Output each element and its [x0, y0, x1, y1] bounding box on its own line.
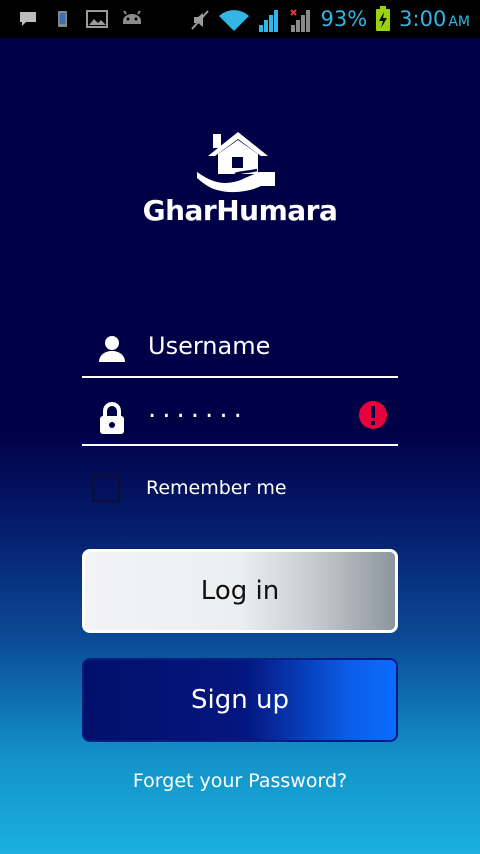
forgot-password-link[interactable]: Forget your Password? [82, 770, 398, 792]
battery-charging-icon [375, 6, 391, 32]
house-in-hand-icon [197, 132, 275, 193]
login-button[interactable]: Log in [82, 549, 398, 633]
status-bar: 93% 3:00 AM [0, 0, 480, 38]
username-placeholder: Username [148, 332, 271, 360]
app-logo: GharHumara [140, 128, 340, 238]
phone-icon [52, 9, 72, 29]
clock: 3:00 AM [399, 7, 470, 31]
android-icon [120, 9, 141, 29]
signal-x-icon [288, 9, 312, 32]
username-field[interactable]: Username [82, 326, 398, 378]
remember-me-row[interactable]: Remember me [92, 474, 287, 502]
password-field[interactable]: ....... [82, 394, 398, 446]
mute-icon [190, 9, 210, 30]
image-icon [86, 9, 108, 29]
user-icon [98, 334, 126, 364]
chat-icon [18, 9, 38, 29]
login-button-label: Log in [200, 576, 280, 606]
remember-me-checkbox[interactable] [92, 474, 120, 502]
clock-ampm: AM [448, 14, 470, 30]
login-screen: 93% 3:00 AM GharHumara Username ....... … [0, 0, 480, 854]
signup-button[interactable]: Sign up [82, 658, 398, 742]
password-value: ....... [148, 394, 248, 424]
clock-time: 3:00 [399, 7, 447, 31]
signup-button-label: Sign up [191, 685, 289, 715]
logo-text: GharHumara [142, 194, 338, 227]
signal-icon [258, 9, 280, 32]
error-icon [358, 400, 388, 430]
lock-icon [98, 402, 126, 434]
remember-me-label: Remember me [146, 477, 287, 499]
wifi-icon [218, 9, 250, 31]
battery-percent: 93% [320, 7, 368, 31]
